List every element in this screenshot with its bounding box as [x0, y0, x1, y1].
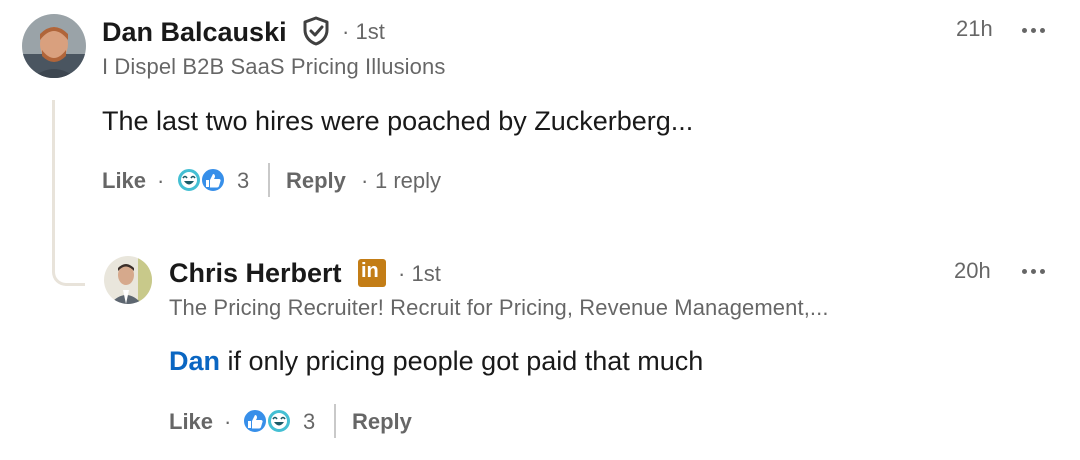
connection-degree: · 1st — [342, 19, 385, 45]
more-options-icon[interactable] — [1022, 267, 1052, 275]
reactions-summary[interactable] — [175, 165, 233, 195]
bullet: · — [342, 19, 356, 44]
verified-shield-icon — [302, 16, 330, 46]
separator-dot: · — [157, 168, 165, 193]
like-reaction-icon — [242, 408, 268, 434]
mention-link[interactable]: Dan — [169, 346, 220, 376]
separator-dot: · — [361, 168, 369, 193]
like-reaction-icon — [200, 167, 226, 193]
author-headline: The Pricing Recruiter! Recruit for Prici… — [169, 295, 829, 320]
reaction-count[interactable]: 3 — [303, 409, 315, 435]
reaction-count[interactable]: 3 — [237, 168, 249, 194]
reply-timestamp: 20h — [954, 258, 991, 283]
reactions-summary[interactable] — [241, 406, 299, 436]
like-button[interactable]: Like — [102, 168, 146, 194]
divider — [334, 404, 336, 438]
funny-reaction-icon — [266, 408, 292, 434]
thread-connector-line — [52, 100, 85, 286]
comment-author-name[interactable]: Dan Balcauski — [102, 17, 287, 48]
degree-label: 1st — [411, 261, 441, 286]
linkedin-premium-icon: in — [358, 259, 386, 287]
author-headline: I Dispel B2B SaaS Pricing Illusions — [102, 54, 446, 79]
reply-author-name[interactable]: Chris Herbert — [169, 258, 342, 289]
degree-label: 1st — [355, 19, 385, 44]
separator-dot: · — [224, 409, 232, 434]
avatar-chris[interactable] — [104, 256, 152, 304]
reply-text: Dan if only pricing people got paid that… — [169, 346, 703, 377]
replies-count-link[interactable]: 1 reply — [375, 168, 441, 194]
comment-text: The last two hires were poached by Zucke… — [102, 106, 694, 136]
comment-timestamp: 21h — [956, 16, 993, 41]
reply-button[interactable]: Reply — [286, 168, 346, 194]
funny-reaction-icon — [176, 167, 202, 193]
like-button[interactable]: Like — [169, 409, 213, 435]
bullet: · — [398, 261, 412, 286]
connection-degree: · 1st — [398, 261, 441, 287]
reply-button[interactable]: Reply — [352, 409, 412, 435]
badge-text: in — [361, 260, 379, 282]
more-options-icon[interactable] — [1022, 26, 1052, 34]
divider — [268, 163, 270, 197]
reply-text-body: if only pricing people got paid that muc… — [227, 346, 704, 376]
avatar-dan[interactable] — [22, 14, 86, 78]
